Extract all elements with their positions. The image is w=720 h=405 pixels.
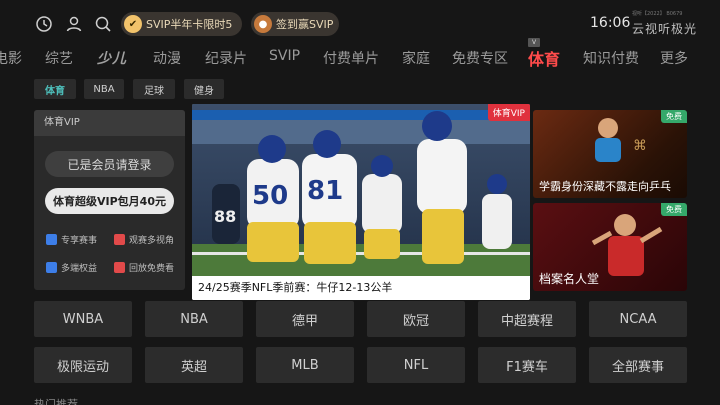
svip-promo-label: SVIP半年卡限时5 bbox=[146, 18, 233, 31]
perk-multiview: 观赛多视角 bbox=[114, 233, 174, 246]
nav-movie[interactable]: 电影 bbox=[0, 48, 22, 68]
kids-logo: 少儿 bbox=[97, 51, 127, 67]
nav-kids[interactable]: 少儿 bbox=[97, 48, 127, 68]
nav-more[interactable]: 更多 bbox=[660, 48, 688, 68]
category-wnba[interactable]: WNBA bbox=[34, 301, 132, 337]
perk-label: 专享赛事 bbox=[61, 236, 98, 246]
thumb-pingpong-1[interactable]: ⌘ 免费 学霸身份深藏不露走向乒乓 bbox=[533, 110, 687, 198]
svg-text:⌘: ⌘ bbox=[633, 138, 647, 154]
vip-crown-icon: ✔ bbox=[124, 15, 142, 33]
video-thumbnail: 50 88 81 体育VIP bbox=[192, 104, 530, 276]
category-premier-league[interactable]: 英超 bbox=[145, 347, 243, 383]
perk-multidevice: 多端权益 bbox=[46, 261, 97, 274]
jersey-number: 50 bbox=[252, 181, 288, 211]
sports-vip-panel: 体育VIP 已是会员请登录 体育超级VIP包月40元 专享赛事 观赛多视角 多端… bbox=[34, 110, 185, 290]
category-nba[interactable]: NBA bbox=[145, 301, 243, 337]
jersey-number: 81 bbox=[307, 176, 343, 206]
category-all-events[interactable]: 全部赛事 bbox=[589, 347, 687, 383]
nav-variety[interactable]: 综艺 bbox=[45, 48, 73, 68]
free-badge: 免费 bbox=[661, 110, 687, 123]
user-icon[interactable] bbox=[64, 14, 84, 34]
perk-replay: 回放免费看 bbox=[114, 261, 174, 274]
brand-name: 云视听极光 bbox=[632, 22, 698, 36]
nav-family[interactable]: 家庭 bbox=[402, 48, 430, 68]
license-text: 视听【2022】 B0679 bbox=[632, 11, 683, 17]
exclusive-icon bbox=[46, 234, 57, 245]
thumb-caption: 学霸身份深藏不露走向乒乓 bbox=[539, 180, 671, 193]
category-extreme-sports[interactable]: 极限运动 bbox=[34, 347, 132, 383]
signin-promo-label: 签到赢SVIP bbox=[276, 18, 334, 31]
nav-svip[interactable]: SVIP bbox=[269, 48, 300, 64]
thumb-caption: 档案名人堂 bbox=[539, 272, 600, 286]
free-badge: 免费 bbox=[661, 203, 687, 216]
category-bundesliga[interactable]: 德甲 bbox=[256, 301, 354, 337]
category-ucl[interactable]: 欧冠 bbox=[367, 301, 465, 337]
main-nav: 电影 综艺 少儿 动漫 纪录片 SVIP 付费单片 家庭 免费专区 V 体育 知… bbox=[0, 38, 720, 72]
replay-icon bbox=[114, 262, 125, 273]
nav-free-zone[interactable]: 免费专区 bbox=[452, 48, 508, 68]
subtab-sports[interactable]: 体育 bbox=[34, 79, 76, 99]
thumb-pingpong-2[interactable]: 免费 档案名人堂 bbox=[533, 203, 687, 291]
category-f1[interactable]: F1赛车 bbox=[478, 347, 576, 383]
nav-paid-single[interactable]: 付费单片 bbox=[323, 48, 379, 68]
svip-promo-button[interactable]: ✔ SVIP半年卡限时5 bbox=[121, 12, 242, 36]
buy-vip-button[interactable]: 体育超级VIP包月40元 bbox=[45, 188, 174, 214]
perk-label: 多端权益 bbox=[61, 264, 98, 274]
category-ncaa[interactable]: NCAA bbox=[589, 301, 687, 337]
search-icon[interactable] bbox=[93, 14, 113, 34]
subtab-football[interactable]: 足球 bbox=[133, 79, 175, 99]
multiview-icon bbox=[114, 234, 125, 245]
member-login-button[interactable]: 已是会员请登录 bbox=[45, 151, 174, 177]
vip-panel-title: 体育VIP bbox=[34, 110, 185, 136]
brand-logo: 视听【2022】 B0679 云视听极光 bbox=[632, 10, 712, 37]
nav-anime[interactable]: 动漫 bbox=[153, 48, 181, 68]
signin-promo-button[interactable]: ● 签到赢SVIP bbox=[251, 12, 339, 36]
tv-icon bbox=[46, 262, 57, 273]
top-bar: ✔ SVIP半年卡限时5 ● 签到赢SVIP 16:06 视听【2022】 B0… bbox=[0, 8, 720, 40]
section-heading-partial: 热门推荐 bbox=[34, 398, 78, 405]
nav-sports[interactable]: 体育 bbox=[528, 46, 560, 70]
clock: 16:06 bbox=[590, 15, 631, 31]
nav-documentary[interactable]: 纪录片 bbox=[205, 48, 247, 68]
sports-vip-tag: 体育VIP bbox=[487, 104, 530, 121]
coin-icon: ● bbox=[254, 15, 272, 33]
perk-exclusive: 专享赛事 bbox=[46, 233, 97, 246]
nav-knowledge[interactable]: 知识付费 bbox=[583, 48, 639, 68]
category-csl-schedule[interactable]: 中超赛程 bbox=[478, 301, 576, 337]
perk-label: 观赛多视角 bbox=[129, 236, 175, 246]
subtab-nba[interactable]: NBA bbox=[84, 79, 124, 99]
category-nfl[interactable]: NFL bbox=[367, 347, 465, 383]
history-icon[interactable] bbox=[34, 14, 54, 34]
video-caption: 24/25赛季NFL季前赛：牛仔12-13公羊 bbox=[192, 276, 530, 300]
perk-label: 回放免费看 bbox=[129, 264, 175, 274]
jersey-number: 88 bbox=[214, 207, 236, 226]
featured-video-card[interactable]: 50 88 81 体育VIP 24/25赛季NFL季前赛：牛仔12-13公羊 bbox=[192, 104, 530, 300]
category-mlb[interactable]: MLB bbox=[256, 347, 354, 383]
subtab-fitness[interactable]: 健身 bbox=[184, 79, 224, 99]
